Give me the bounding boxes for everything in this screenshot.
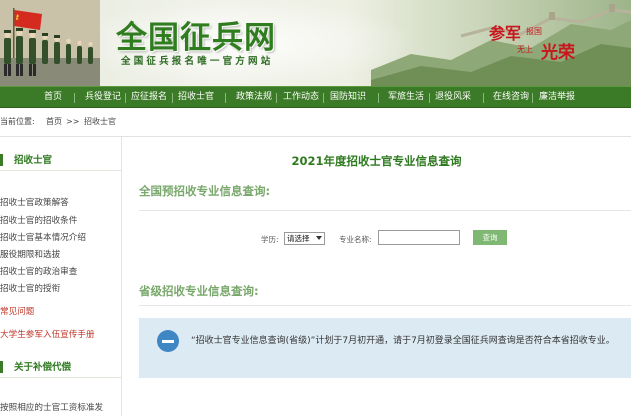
sidebar-item-faq[interactable]: 常见问题 xyxy=(0,305,34,317)
sidebar-item-basic-info[interactable]: 招收士官基本情况介绍 xyxy=(0,231,86,243)
nav-separator xyxy=(74,93,75,103)
section-divider xyxy=(0,377,121,378)
sidebar-item-conditions[interactable]: 招收士官的招收条件 xyxy=(0,214,77,226)
sidebar-item-student-manual[interactable]: 大学生参军入伍宣传手册 xyxy=(0,328,95,340)
sidebar-item-salary[interactable]: 按照相应的士官工资标准发 xyxy=(0,401,103,413)
nav-item-military-life[interactable]: 军旅生活 xyxy=(388,87,424,109)
nav-separator xyxy=(225,93,226,103)
query-button[interactable]: 查询 xyxy=(473,230,507,245)
nav-separator xyxy=(323,93,324,103)
slogan-part1: 参军 xyxy=(489,24,522,43)
nav-item-policies[interactable]: 政策法规 xyxy=(236,87,272,109)
sidebar-item-political-review[interactable]: 招收士官的政治审查 xyxy=(0,265,77,277)
nav-item-enlist[interactable]: 应征报名 xyxy=(131,87,167,109)
nav-item-news[interactable]: 工作动态 xyxy=(283,87,319,109)
notice-box: “招收士官专业信息查询(省级)”计划于7月初开通，请于7月初登录全国征兵网查询是… xyxy=(139,318,631,378)
nav-separator xyxy=(172,93,173,103)
nav-item-registration[interactable]: 兵役登记 xyxy=(85,87,121,109)
nav-separator xyxy=(483,93,484,103)
main-nav: 首页 兵役登记 应征报名 招收士官 政策法规 工作动态 国防知识 军旅生活 退役… xyxy=(0,86,631,108)
sidebar-section-title[interactable]: 招收士官 xyxy=(14,152,52,166)
sidebar-item-service-term[interactable]: 服役期限和选拔 xyxy=(0,248,60,260)
honor-guard-image xyxy=(0,0,100,86)
major-name-input[interactable] xyxy=(378,230,460,245)
education-label: 学历: xyxy=(261,235,279,244)
nav-separator xyxy=(125,93,126,103)
nav-separator xyxy=(532,93,533,103)
notice-text: “招收士官专业信息查询(省级)”计划于7月初开通，请于7月初登录全国征兵网查询是… xyxy=(191,336,615,346)
nav-separator xyxy=(276,93,277,103)
section-marker xyxy=(0,361,3,373)
site-logo-subtitle: 全国征兵报名唯一官方网站 xyxy=(121,56,274,67)
section-divider xyxy=(0,170,121,171)
breadcrumb-separator: >> xyxy=(66,117,80,126)
sidebar-item-rank[interactable]: 招收士官的授衔 xyxy=(0,282,60,294)
breadcrumb-current: 招收士官 xyxy=(84,117,116,126)
sidebar-section-title[interactable]: 关于补偿代偿 xyxy=(14,359,71,373)
section-divider xyxy=(139,210,631,211)
section-marker xyxy=(0,154,3,166)
major-label: 专业名称: xyxy=(339,235,372,244)
slogan-part4: 光荣 xyxy=(541,43,575,63)
slogan-part3: 无上 xyxy=(517,45,533,54)
sidebar-item-policy-faq[interactable]: 招收士官政策解答 xyxy=(0,196,69,208)
sidebar-section-nco: 招收士官 xyxy=(0,147,121,171)
nav-item-nco-recruit[interactable]: 招收士官 xyxy=(178,87,214,109)
site-banner: 全国征兵网 全国征兵报名唯一官方网站 参军 报国 无上 光荣 xyxy=(0,0,631,86)
nav-item-report[interactable]: 廉洁举报 xyxy=(539,87,575,109)
nav-separator xyxy=(429,93,430,103)
sidebar-section-compensation: 关于补偿代偿 xyxy=(0,354,121,378)
slogan-part2: 报国 xyxy=(526,27,542,36)
nav-item-consult[interactable]: 在线咨询 xyxy=(493,87,529,109)
nav-separator xyxy=(378,93,379,103)
breadcrumb-home-link[interactable]: 首页 xyxy=(46,112,62,132)
site-logo-title[interactable]: 全国征兵网 xyxy=(116,12,276,57)
chevron-down-icon xyxy=(316,236,322,240)
national-section-title: 全国预招收专业信息查询: xyxy=(139,184,271,198)
nav-item-veterans[interactable]: 退役风采 xyxy=(435,87,471,109)
nav-item-home[interactable]: 首页 xyxy=(44,87,62,109)
section-divider xyxy=(139,305,631,306)
minus-circle-icon xyxy=(157,330,179,352)
sidebar: 招收士官 招收士官政策解答 招收士官的招收条件 招收士官基本情况介绍 服役期限和… xyxy=(0,137,122,416)
provincial-section-title: 省级招收专业信息查询: xyxy=(139,284,259,298)
education-select-value: 请选择 xyxy=(287,234,310,243)
breadcrumb-label: 当前位置: xyxy=(0,117,35,126)
nav-item-defense[interactable]: 国防知识 xyxy=(330,87,366,109)
slogan-calligraphy: 参军 报国 无上 光荣 xyxy=(489,16,599,66)
page-title: 2021年度招收士官专业信息查询 xyxy=(291,154,462,168)
education-select[interactable]: 请选择 xyxy=(284,232,325,245)
